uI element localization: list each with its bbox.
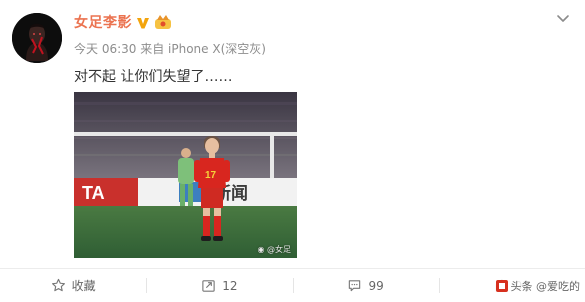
ad-board-left-text: TA	[82, 183, 105, 203]
avatar-image	[12, 13, 62, 63]
repost-count: 12	[222, 278, 238, 293]
post-photo[interactable]: TA 新闻 17 ◉ @女足	[74, 92, 297, 258]
photo-watermark: ◉ @女足	[257, 244, 291, 255]
chevron-down-icon[interactable]	[555, 10, 571, 26]
comment-button[interactable]: 99	[292, 269, 439, 302]
post-text: 对不起 让你们失望了……	[74, 69, 233, 85]
crown-level-icon	[154, 14, 172, 30]
verified-v-icon	[136, 15, 150, 29]
photo-watermark-text: @女足	[267, 245, 291, 254]
user-name-row: 女足李影	[74, 12, 172, 32]
jersey-number: 17	[205, 170, 217, 181]
repost-icon	[202, 280, 215, 292]
repost-button[interactable]: 12	[146, 269, 292, 302]
star-icon	[51, 278, 65, 292]
favorite-label: 收藏	[71, 279, 96, 293]
avatar[interactable]	[12, 13, 62, 63]
comment-icon	[349, 280, 361, 292]
user-name[interactable]: 女足李影	[74, 12, 132, 32]
post-meta: 今天 06:30 来自 iPhone X(深空灰)	[74, 42, 266, 56]
toutiao-watermark-text: 头条 @爱吃的	[510, 280, 581, 293]
favorite-button[interactable]: 收藏	[0, 269, 146, 302]
weibo-watermark-icon: ◉	[257, 245, 265, 254]
weibo-post-card: 女足李影 今天 06:30 来自 iPhone X(深空灰) 对不起 让你们失望…	[0, 0, 585, 302]
toutiao-watermark: 头条 @爱吃的	[492, 276, 583, 296]
toutiao-logo-icon	[495, 280, 508, 292]
photo-image: TA 新闻 17	[74, 92, 297, 258]
comment-count: 99	[368, 278, 384, 293]
